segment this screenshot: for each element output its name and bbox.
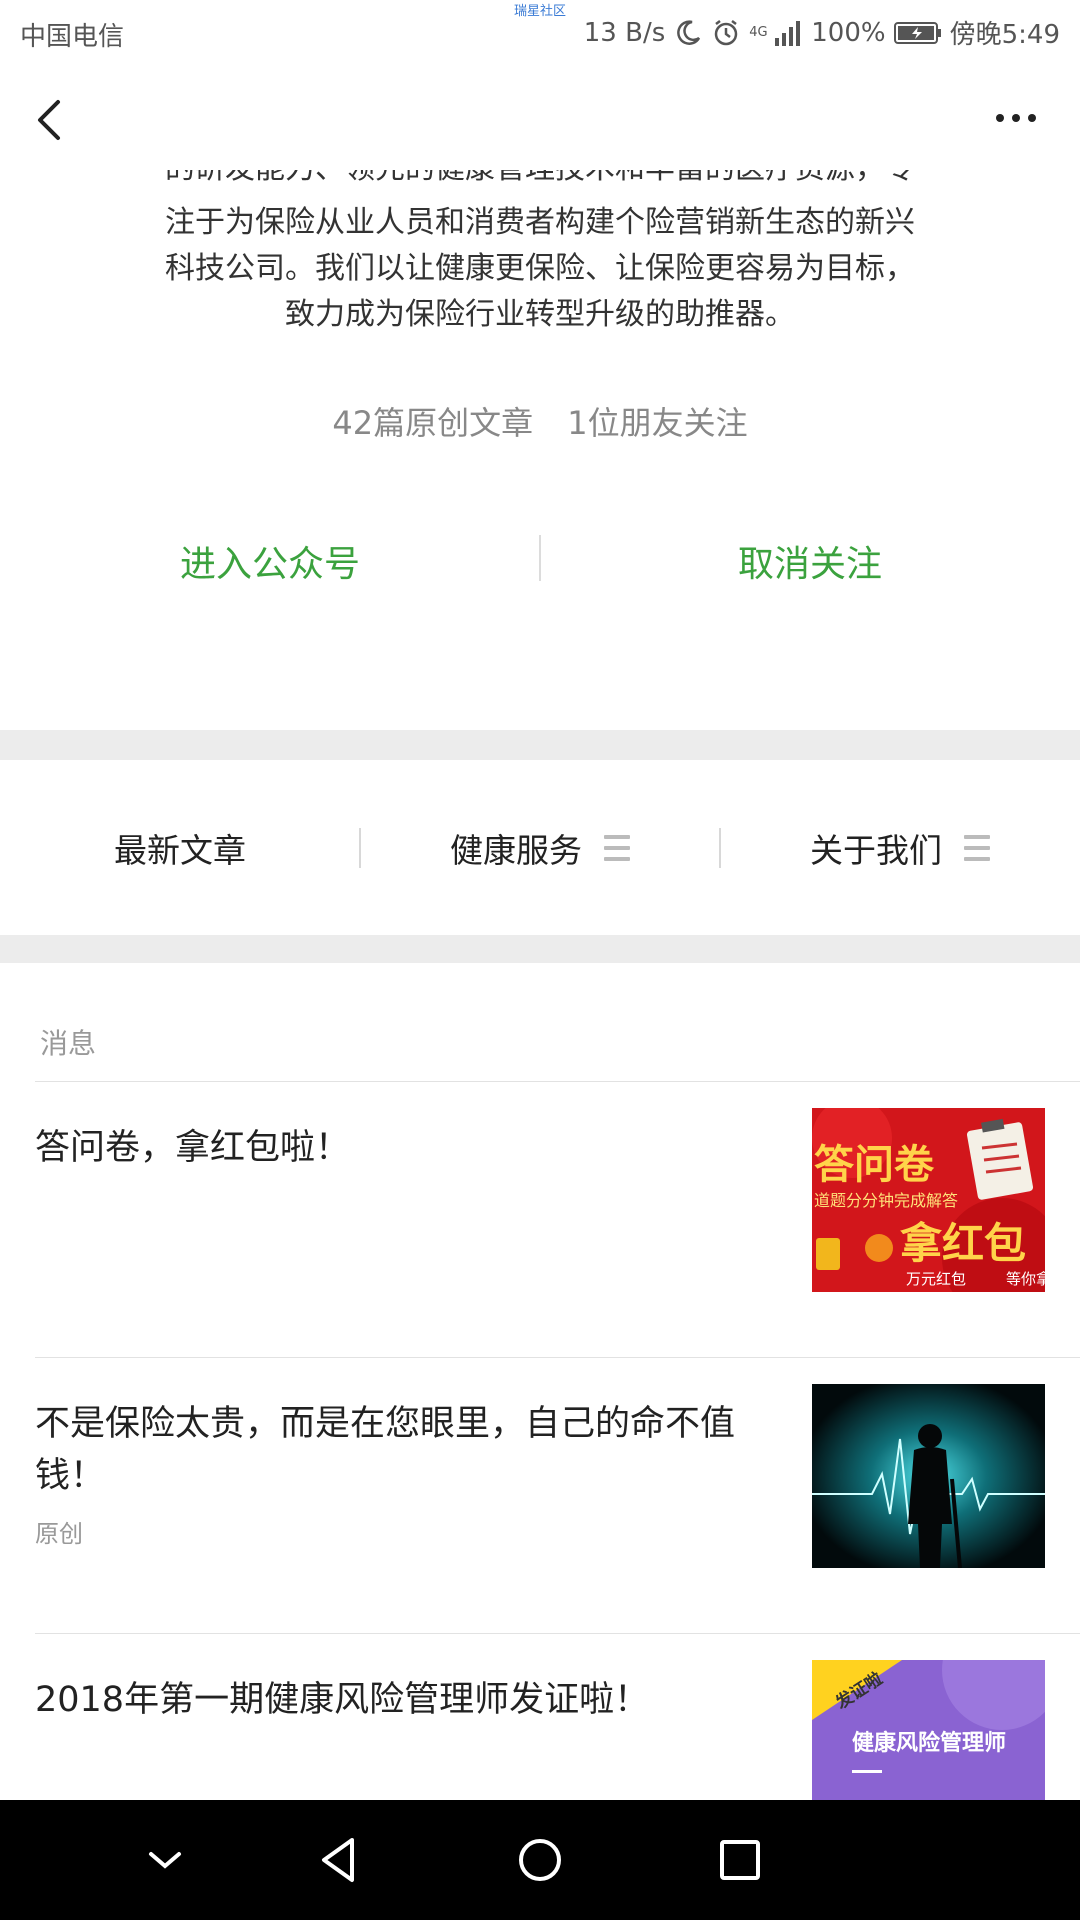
moon-icon: [677, 19, 701, 45]
status-right: 13 B/s 4G 100% 傍晚5:49: [584, 14, 1060, 51]
action-row: 进入公众号 取消关注: [0, 525, 1080, 595]
thumb-text: 万元红包: [906, 1270, 966, 1288]
enter-account-button[interactable]: 进入公众号: [0, 535, 540, 587]
recents-square-icon[interactable]: [710, 1830, 770, 1890]
submenu-icon: [604, 835, 630, 861]
section-gap: [0, 730, 1080, 760]
original-tag: 原创: [35, 1520, 83, 1548]
menu-health-services[interactable]: 健康服务: [360, 820, 720, 876]
article-title: 2018年第一期健康风险管理师发证啦！: [35, 1680, 650, 1720]
home-circle-icon[interactable]: [510, 1830, 570, 1890]
intro-line: 科技公司。我们以让健康更保险、让保险更容易为目标，: [165, 251, 915, 286]
collapse-chevron-icon[interactable]: [135, 1830, 195, 1890]
network-speed: 13 B/s: [583, 17, 666, 48]
carrier-name: 中国电信: [20, 22, 125, 52]
article-thumbnail: 答问卷 道题分分钟完成解答 拿红包 万元红包 等你拿: [812, 1108, 1045, 1292]
menu-label: 健康服务: [450, 831, 582, 870]
list-item[interactable]: 答问卷，拿红包啦！ 答问卷 道题分分钟完成解答 拿红包 万元红包 等你拿: [0, 1082, 1080, 1358]
messages-section-label: 消息: [40, 1027, 97, 1060]
watermark-text: 瑞星社区: [514, 4, 567, 19]
menu-about-us[interactable]: 关于我们: [720, 820, 1080, 876]
system-nav-bar: [0, 1800, 1080, 1920]
articles-count: 42篇原创文章: [332, 404, 534, 442]
thumb-text: 等你拿: [1006, 1270, 1045, 1288]
battery-percent: 100%: [811, 17, 886, 48]
menu-label: 关于我们: [810, 831, 942, 870]
more-dots-icon[interactable]: [986, 98, 1046, 138]
alarm-icon: [715, 19, 738, 45]
thumb-text: 拿红包: [900, 1219, 1026, 1268]
section-gap: [0, 935, 1080, 963]
unfollow-button[interactable]: 取消关注: [540, 535, 1080, 587]
top-nav: [0, 62, 1080, 174]
back-arrow-icon[interactable]: [26, 90, 76, 150]
friends-following: 1位朋友关注: [567, 404, 748, 442]
list-item[interactable]: 不是保险太贵，而是在您眼里，自己的命不值钱！ 原创: [0, 1358, 1080, 1634]
signal-icon: [775, 20, 801, 46]
thumb-text: 道题分分钟完成解答: [814, 1191, 958, 1210]
menu-latest-articles[interactable]: 最新文章: [0, 820, 360, 876]
submenu-icon: [964, 835, 990, 861]
account-menu: 最新文章 健康服务 关于我们: [0, 760, 1080, 935]
intro-cut-line: 的研发能力、领先的健康管理技术和丰富的医疗资源，专: [110, 170, 970, 192]
intro-line: 致力成为保险行业转型升级的助推器。: [285, 297, 795, 332]
thumb-text: 健康风险管理师: [852, 1730, 1006, 1756]
battery-icon: [893, 21, 941, 44]
account-intro: 注于为保险从业人员和消费者构建个险营销新生态的新兴 科技公司。我们以让健康更保险…: [110, 200, 970, 338]
article-title: 答问卷，拿红包啦！: [35, 1128, 351, 1168]
back-triangle-icon[interactable]: [310, 1830, 370, 1890]
network-type: 4G: [749, 25, 768, 40]
status-bar: 中国电信 瑞星社区 13 B/s 4G 100% 傍晚5:49: [0, 0, 1080, 62]
menu-label: 最新文章: [114, 831, 246, 870]
thumb-text: 答问卷: [814, 1142, 935, 1188]
intro-line: 注于为保险从业人员和消费者构建个险营销新生态的新兴: [165, 205, 915, 240]
clock: 傍晚5:49: [949, 20, 1060, 50]
article-thumbnail: [812, 1384, 1045, 1568]
article-title: 不是保险太贵，而是在您眼里，自己的命不值钱！: [35, 1404, 736, 1496]
account-stats: 42篇原创文章 1位朋友关注: [0, 398, 1080, 444]
